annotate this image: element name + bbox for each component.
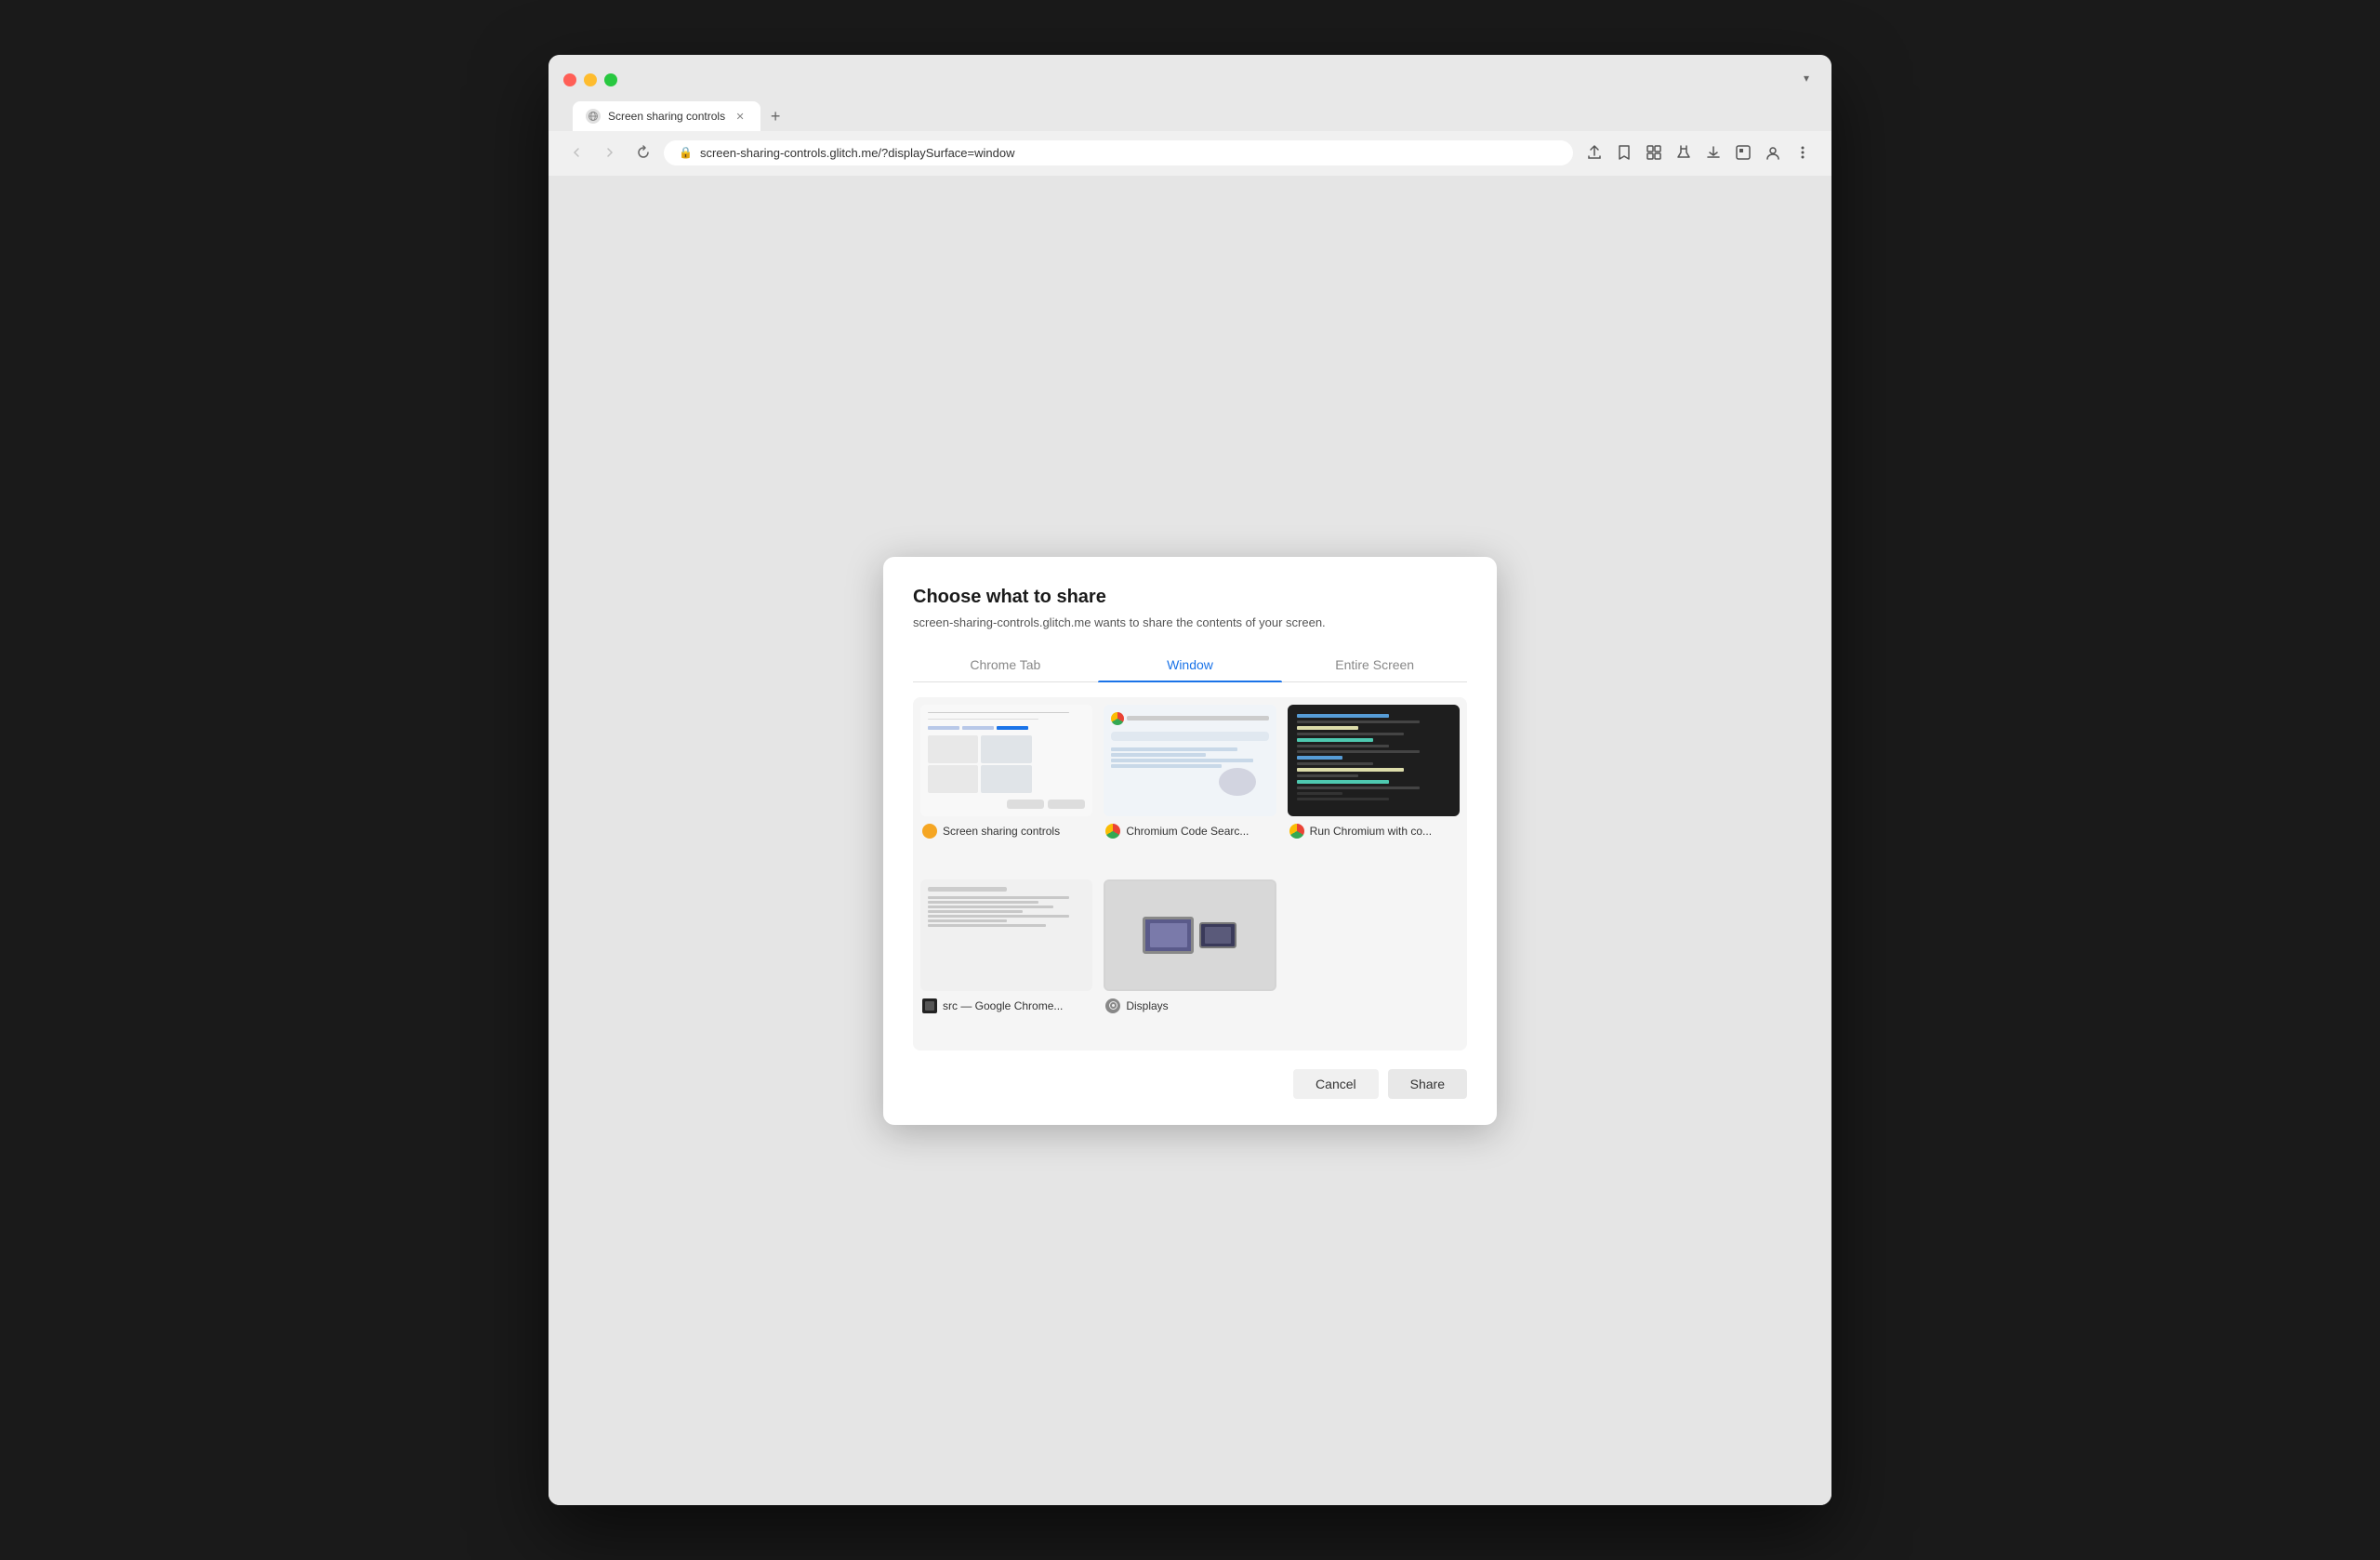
lab-button[interactable] <box>1670 139 1698 166</box>
share-button[interactable]: Share <box>1388 1069 1467 1099</box>
window-preview-3 <box>1288 705 1460 816</box>
page-content: Choose what to share screen-sharing-cont… <box>549 176 1831 1505</box>
minimize-button[interactable] <box>584 73 597 86</box>
address-bar[interactable]: 🔒 screen-sharing-controls.glitch.me/?dis… <box>664 140 1573 165</box>
browser-window: ▾ Screen sharing controls ✕ + <box>549 55 1831 1505</box>
download-button[interactable] <box>1699 139 1727 166</box>
window-favicon-1 <box>922 824 937 839</box>
tab-end: ▾ <box>1796 68 1817 92</box>
window-name-3: Run Chromium with co... <box>1310 825 1432 838</box>
window-favicon-2 <box>1105 824 1120 839</box>
window-name-5: Displays <box>1126 999 1168 1012</box>
share-page-button[interactable] <box>1580 139 1608 166</box>
bookmark-button[interactable] <box>1610 139 1638 166</box>
new-tab-button[interactable]: + <box>762 103 788 129</box>
reload-button[interactable] <box>630 139 656 165</box>
tab-window[interactable]: Window <box>1098 648 1283 681</box>
window-info-1: Screen sharing controls <box>920 824 1092 839</box>
window-info-4: src — Google Chrome... <box>920 998 1092 1013</box>
cancel-button[interactable]: Cancel <box>1293 1069 1379 1099</box>
address-bar-area: 🔒 screen-sharing-controls.glitch.me/?dis… <box>549 131 1831 176</box>
tab-close-button[interactable]: ✕ <box>733 109 747 124</box>
profile-button[interactable] <box>1759 139 1787 166</box>
windows-grid: Screen sharing controls <box>913 697 1467 1051</box>
tab-title: Screen sharing controls <box>608 110 725 123</box>
tab-chrome-tab[interactable]: Chrome Tab <box>913 648 1098 681</box>
window-item-4[interactable]: src — Google Chrome... <box>920 879 1092 1043</box>
tab-search-button[interactable] <box>1729 139 1757 166</box>
security-icon: 🔒 <box>679 146 693 159</box>
active-tab[interactable]: Screen sharing controls ✕ <box>573 101 760 131</box>
share-dialog: Choose what to share screen-sharing-cont… <box>883 557 1497 1125</box>
extensions-button[interactable] <box>1640 139 1668 166</box>
forward-button[interactable] <box>597 139 623 165</box>
toolbar-actions <box>1580 139 1817 166</box>
window-item-2[interactable]: Chromium Code Searc... <box>1104 705 1276 868</box>
dialog-footer: Cancel Share <box>913 1051 1467 1099</box>
close-button[interactable] <box>563 73 576 86</box>
window-favicon-4 <box>922 998 937 1013</box>
dialog-overlay: Choose what to share screen-sharing-cont… <box>549 176 1831 1505</box>
window-item-3[interactable]: Run Chromium with co... <box>1288 705 1460 868</box>
window-preview-2 <box>1104 705 1276 816</box>
share-tabs: Chrome Tab Window Entire Screen <box>913 648 1467 682</box>
traffic-lights <box>563 73 617 86</box>
window-info-3: Run Chromium with co... <box>1288 824 1460 839</box>
window-item-1[interactable]: Screen sharing controls <box>920 705 1092 868</box>
maximize-button[interactable] <box>604 73 617 86</box>
window-preview-4 <box>920 879 1092 991</box>
window-info-5: Displays <box>1104 998 1276 1013</box>
tab-dropdown-button[interactable]: ▾ <box>1796 68 1817 88</box>
tab-entire-screen[interactable]: Entire Screen <box>1282 648 1467 681</box>
window-name-4: src — Google Chrome... <box>943 999 1063 1012</box>
back-button[interactable] <box>563 139 589 165</box>
url-text: screen-sharing-controls.glitch.me/?displ… <box>700 146 1558 160</box>
menu-button[interactable] <box>1789 139 1817 166</box>
dialog-subtitle: screen-sharing-controls.glitch.me wants … <box>913 615 1467 629</box>
window-name-2: Chromium Code Searc... <box>1126 825 1249 838</box>
window-favicon-5 <box>1105 998 1120 1013</box>
window-name-1: Screen sharing controls <box>943 825 1060 838</box>
window-item-5[interactable]: Displays <box>1104 879 1276 1043</box>
window-preview-5 <box>1104 879 1276 991</box>
tab-bar: Screen sharing controls ✕ + <box>563 101 1817 131</box>
window-preview-1 <box>920 705 1092 816</box>
title-bar: ▾ Screen sharing controls ✕ + <box>549 55 1831 131</box>
window-favicon-3 <box>1289 824 1304 839</box>
window-info-2: Chromium Code Searc... <box>1104 824 1276 839</box>
dialog-title: Choose what to share <box>913 587 1467 608</box>
tab-favicon <box>586 109 601 124</box>
